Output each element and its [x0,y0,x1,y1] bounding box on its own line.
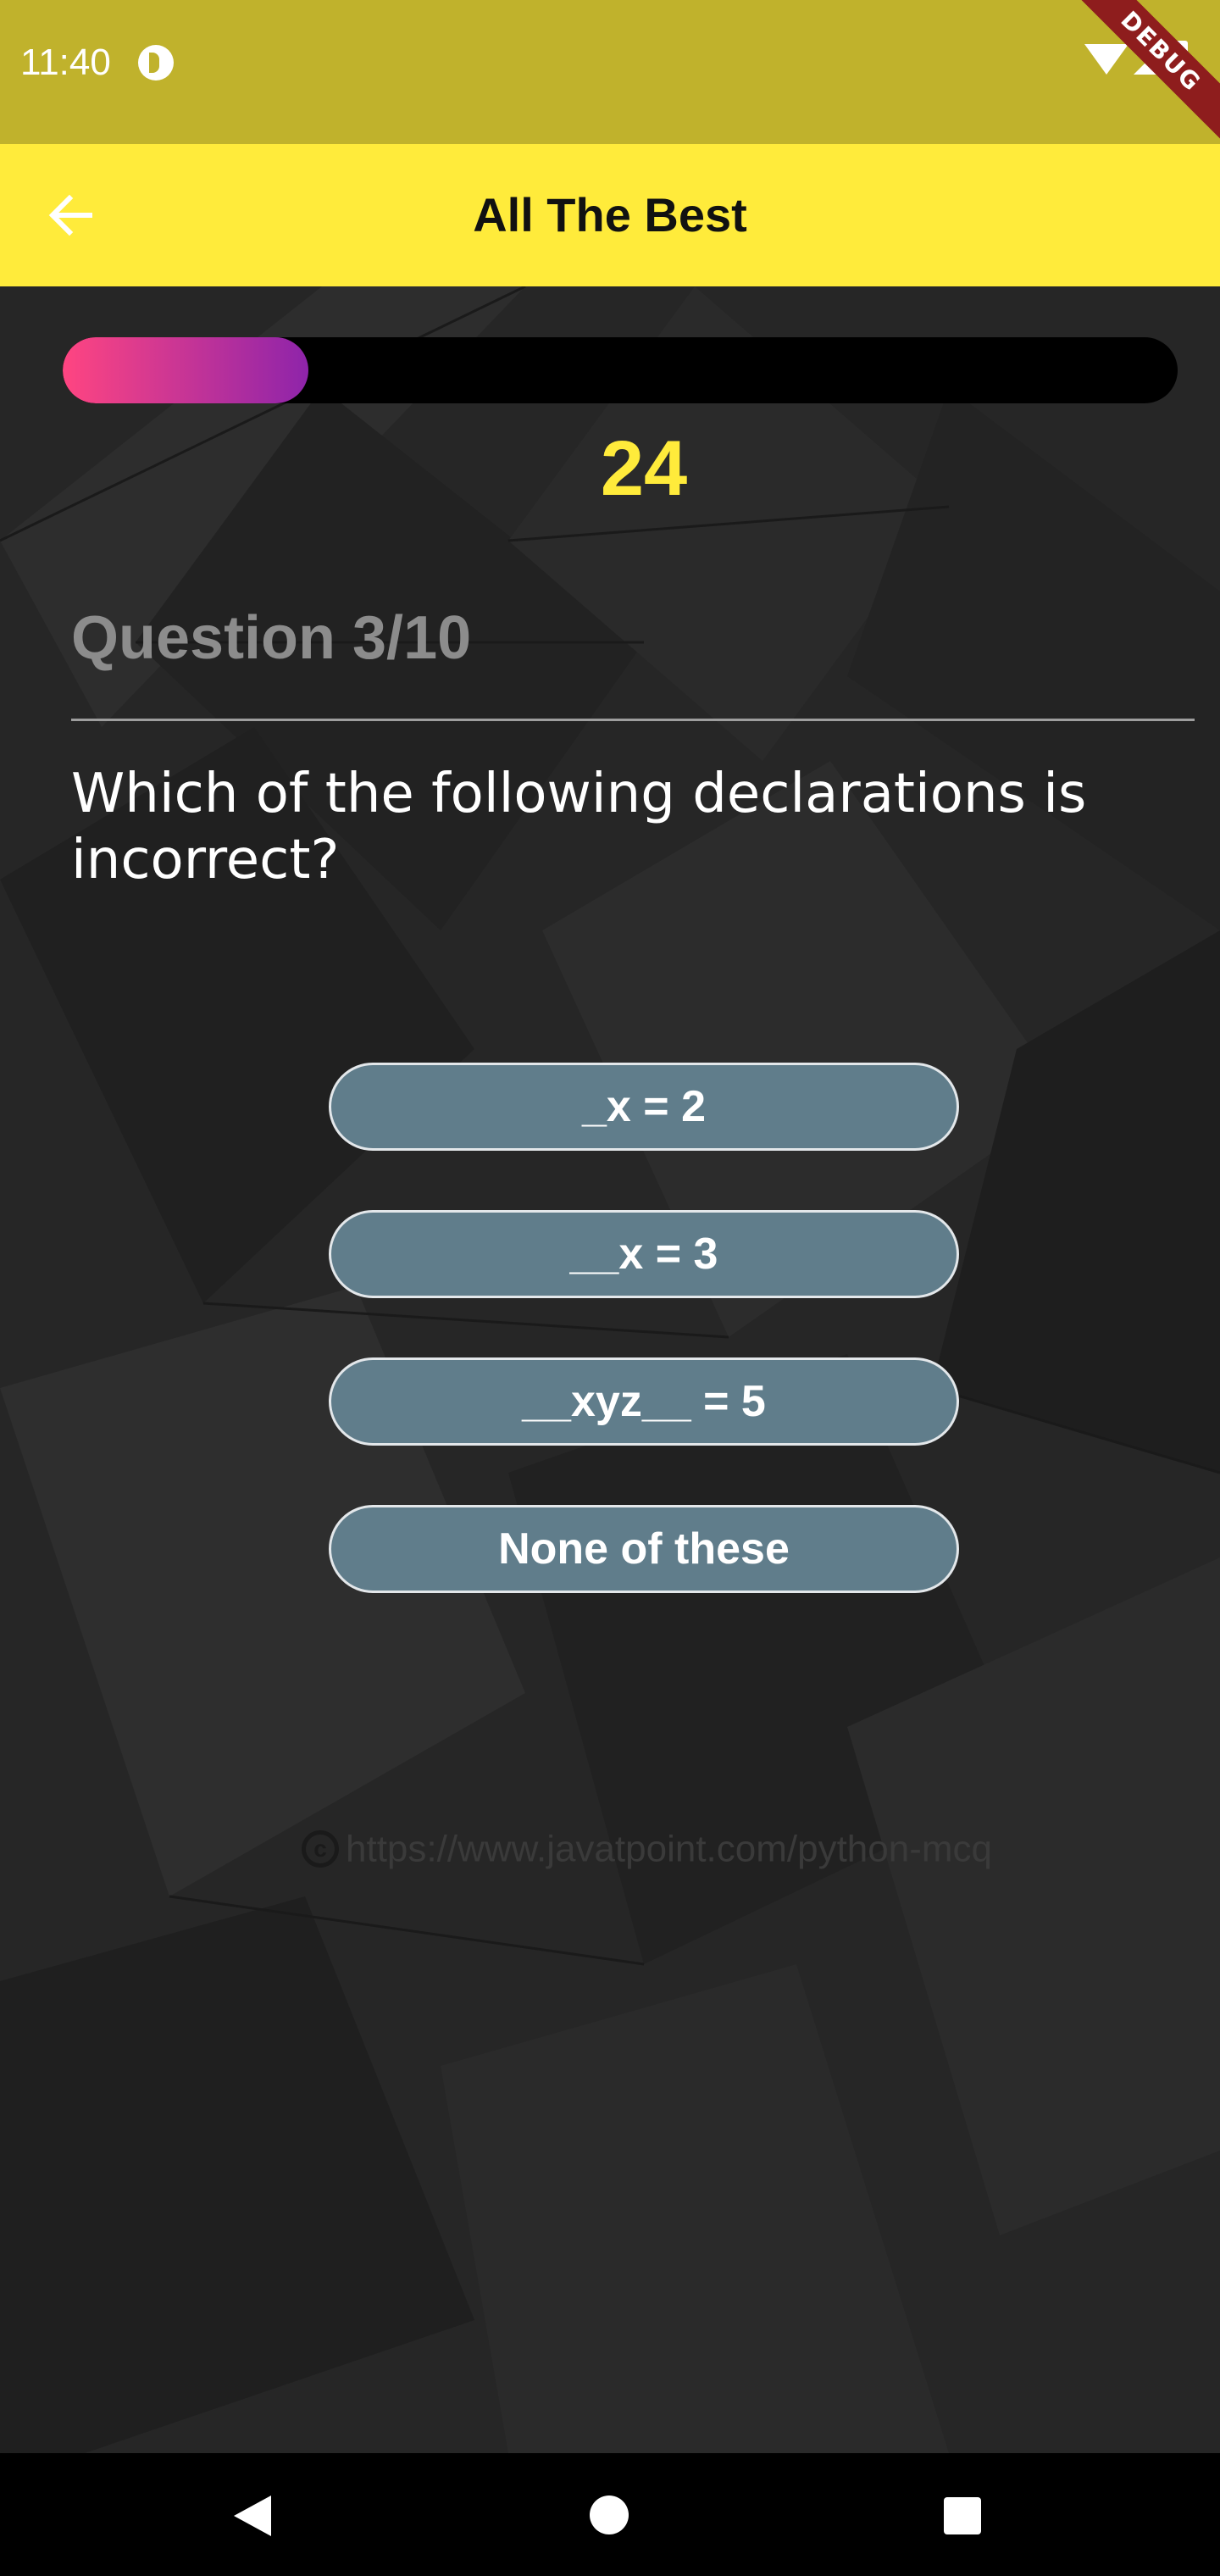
answer-option[interactable]: None of these [329,1505,959,1593]
back-button[interactable] [37,181,105,249]
question-counter: Question 3/10 [71,604,472,672]
divider [71,719,1195,721]
quiz-content: 24 Question 3/10 Which of the following … [0,286,1220,2453]
answer-option[interactable]: __xyz__ = 5 [329,1357,959,1446]
recents-square-icon[interactable] [944,2497,981,2534]
home-circle-icon[interactable] [590,2496,629,2534]
back-triangle-icon[interactable] [234,2496,271,2536]
status-bar: 11:40 [0,0,1220,144]
app-bar: All The Best [0,144,1220,286]
wifi-icon [1084,44,1128,75]
copyright-icon: c [302,1830,339,1868]
system-nav-bar [0,2453,1220,2576]
timer-progress-bar [63,337,1178,403]
answer-option[interactable]: _x = 2 [329,1063,959,1151]
source-url: https://www.javatpoint.com/python-mcq [346,1828,992,1870]
page-title: All The Best [473,188,747,242]
quiz-screen: 11:40 DEBUG All The Best 24 Question 3/1… [0,0,1220,2576]
question-text: Which of the following declarations is i… [71,763,1087,891]
arrow-back-icon [48,194,92,236]
status-time: 11:40 [20,42,111,83]
progress-fill [63,337,308,403]
countdown-timer: 24 [600,425,688,512]
source-credit: c https://www.javatpoint.com/python-mcq [302,1822,992,1873]
answer-option[interactable]: __x = 3 [329,1210,959,1298]
pocket-casts-icon [138,45,174,80]
